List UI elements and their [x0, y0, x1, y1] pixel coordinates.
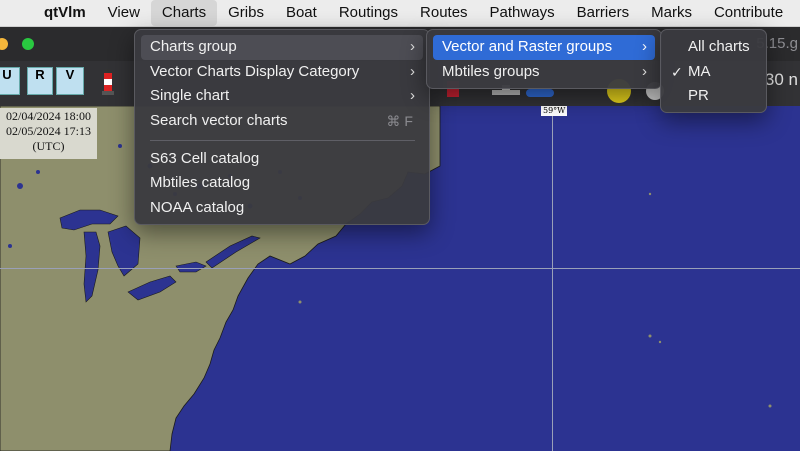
range-text: 30 n: [764, 70, 798, 89]
menu-item-all-charts[interactable]: All charts: [667, 35, 760, 60]
menu-item-vector-display-category[interactable]: Vector Charts Display Category ›: [141, 60, 423, 85]
menu-item-s63-catalog[interactable]: S63 Cell catalog: [141, 147, 423, 172]
lighthouse-icon[interactable]: [96, 67, 120, 99]
minimize-button[interactable]: [0, 38, 8, 50]
menu-marks[interactable]: Marks: [640, 0, 703, 26]
menu-item-mbtiles-catalog[interactable]: Mbtiles catalog: [141, 171, 423, 196]
chart-v-button[interactable]: V: [56, 67, 84, 95]
menu-boat[interactable]: Boat: [275, 0, 328, 26]
menu-item-noaa-catalog[interactable]: NOAA catalog: [141, 196, 423, 221]
menu-item-single-chart[interactable]: Single chart ›: [141, 84, 423, 109]
grib-date-box: 02/04/2024 18:00 02/05/2024 17:13 (UTC): [0, 108, 97, 159]
charts-group-submenu: Vector and Raster groups › Mbtiles groups…: [426, 29, 662, 89]
vector-raster-submenu: All charts ✓ MA PR: [660, 29, 767, 113]
chevron-right-icon: ›: [410, 62, 415, 80]
chevron-right-icon: ›: [410, 38, 415, 55]
charts-menu: Charts group › Vector Charts Display Cate…: [134, 29, 430, 225]
menu-item-ma[interactable]: ✓ MA: [667, 60, 760, 85]
menu-routings[interactable]: Routings: [328, 0, 409, 26]
app-menu[interactable]: qtVlm: [38, 0, 97, 26]
shortcut-label: ⌘ F: [386, 113, 413, 130]
menu-item-pr[interactable]: PR: [667, 84, 760, 109]
menu-gribs[interactable]: Gribs: [217, 0, 275, 26]
menu-item-mbtiles-groups[interactable]: Mbtiles groups ›: [433, 60, 655, 85]
menu-bar: qtVlm View Charts Gribs Boat Routings Ro…: [0, 0, 800, 27]
date-line-3: (UTC): [32, 139, 65, 153]
chevron-right-icon: ›: [642, 38, 647, 55]
zoom-button[interactable]: [22, 38, 34, 50]
longitude-label: 59°W: [541, 106, 568, 116]
grid-line-vertical: [552, 106, 553, 451]
menu-item-charts-group[interactable]: Charts group ›: [141, 35, 423, 60]
chevron-right-icon: ›: [642, 62, 647, 80]
grid-line-horizontal: [0, 268, 800, 269]
date-line-1: 02/04/2024 18:00: [5, 109, 91, 123]
menu-view[interactable]: View: [97, 0, 151, 26]
menu-routes[interactable]: Routes: [409, 0, 479, 26]
apple-menu-icon[interactable]: [0, 0, 38, 26]
menu-item-vector-raster-groups[interactable]: Vector and Raster groups ›: [433, 35, 655, 60]
chart-r-button[interactable]: R: [27, 67, 53, 95]
menu-separator: [150, 139, 415, 141]
date-line-2: 02/05/2024 17:13: [5, 124, 91, 138]
menu-pathways[interactable]: Pathways: [479, 0, 566, 26]
menu-item-search-vector-charts[interactable]: Search vector charts ⌘ F: [141, 109, 423, 134]
checkmark-icon: ✓: [671, 63, 683, 80]
chart-u-button[interactable]: U: [0, 67, 20, 95]
chevron-right-icon: ›: [410, 87, 415, 105]
menu-contribute[interactable]: Contribute: [703, 0, 794, 26]
menu-charts[interactable]: Charts: [150, 0, 218, 26]
menu-barriers[interactable]: Barriers: [566, 0, 641, 26]
